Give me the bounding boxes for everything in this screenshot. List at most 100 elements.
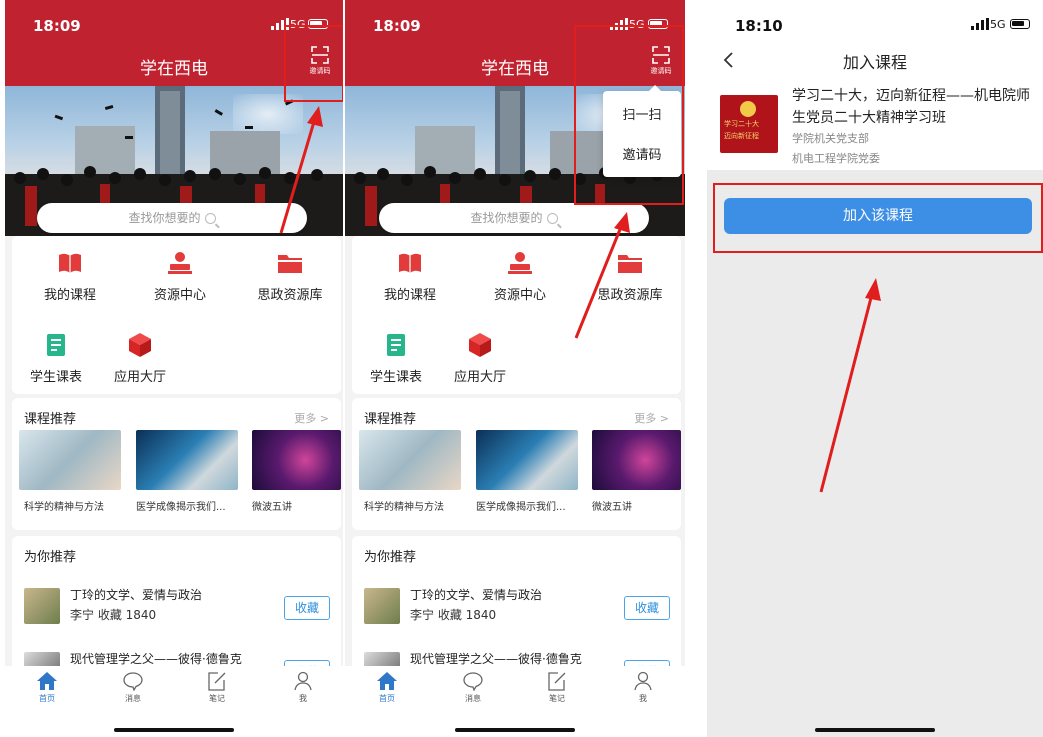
avatar bbox=[364, 588, 400, 624]
course-cover-image: 学习二十大 迈向新征程 bbox=[720, 95, 778, 153]
book-icon bbox=[397, 250, 423, 276]
course-thumbnail[interactable] bbox=[359, 430, 461, 490]
course-caption[interactable]: 科学的精神与方法 bbox=[24, 498, 128, 513]
course-caption[interactable]: 医学成像揭示我们... bbox=[136, 498, 240, 513]
status-time: 18:09 bbox=[33, 17, 81, 35]
favorite-button[interactable]: 收藏 bbox=[284, 596, 330, 620]
tab-me[interactable]: 我 bbox=[623, 671, 663, 704]
cube-icon bbox=[467, 332, 493, 358]
course-caption[interactable]: 微波五讲 bbox=[252, 498, 343, 513]
course-info-card: 学习二十大 迈向新征程 学习二十大，迈向新征程——机电院师生党员二十大精神学习班… bbox=[707, 84, 1043, 170]
grid-item-label: 资源中心 bbox=[493, 288, 546, 303]
grid-item-student-schedule[interactable]: 学生课表 bbox=[356, 332, 436, 385]
list-item[interactable]: 丁玲的文学、爱情与政治 李宁 收藏 1840 收藏 bbox=[364, 586, 674, 626]
tab-home[interactable]: 首页 bbox=[367, 671, 407, 704]
grid-item-resource-center[interactable]: 资源中心 bbox=[470, 250, 570, 303]
home-indicator bbox=[815, 728, 935, 732]
tab-notes[interactable]: 笔记 bbox=[197, 671, 237, 704]
tab-me[interactable]: 我 bbox=[283, 671, 323, 704]
recommend-for-you-section: 为你推荐 丁玲的文学、爱情与政治 李宁 收藏 1840 收藏 现代管理学之父——… bbox=[12, 536, 341, 688]
course-thumbnail[interactable] bbox=[592, 430, 681, 490]
tab-label: 笔记 bbox=[549, 694, 565, 703]
item-meta: 李宁 收藏 1840 bbox=[70, 608, 157, 622]
grid-item-label: 我的课程 bbox=[43, 288, 96, 303]
grid-item-ideology-resources[interactable]: 思政资源库 bbox=[240, 250, 340, 303]
tab-label: 首页 bbox=[39, 694, 55, 703]
section-title: 课程推荐 bbox=[24, 412, 77, 427]
phone-screen-join-course: 18:10 5G 加入课程 学习二十大 迈向新征程 学习二十大，迈向新征程——机… bbox=[707, 0, 1043, 737]
tab-messages[interactable]: 消息 bbox=[113, 671, 153, 704]
grid-item-label: 思政资源库 bbox=[597, 288, 663, 303]
grid-item-student-schedule[interactable]: 学生课表 bbox=[16, 332, 96, 385]
course-org: 机电工程学院党委 bbox=[792, 152, 880, 165]
tab-messages[interactable]: 消息 bbox=[453, 671, 493, 704]
item-title: 现代管理学之父——彼得·德鲁克 bbox=[70, 652, 242, 666]
note-icon bbox=[548, 672, 566, 691]
cube-icon bbox=[127, 332, 153, 358]
book-icon bbox=[57, 250, 83, 276]
favorite-button[interactable]: 收藏 bbox=[624, 596, 670, 620]
grid-item-resource-center[interactable]: 资源中心 bbox=[130, 250, 230, 303]
list-item[interactable]: 丁玲的文学、爱情与政治 李宁 收藏 1840 收藏 bbox=[24, 586, 334, 626]
grid-item-app-hall[interactable]: 应用大厅 bbox=[440, 332, 520, 385]
item-title: 现代管理学之父——彼得·德鲁克 bbox=[410, 652, 582, 666]
section-title: 为你推荐 bbox=[24, 550, 77, 565]
search-icon bbox=[546, 213, 558, 224]
course-thumbnail[interactable] bbox=[252, 430, 341, 490]
tab-label: 消息 bbox=[465, 694, 481, 703]
grid-item-label: 学生课表 bbox=[29, 370, 82, 385]
more-link[interactable]: 更多 > bbox=[294, 410, 329, 426]
tab-label: 笔记 bbox=[209, 694, 225, 703]
course-title: 学习二十大，迈向新征程——机电院师生党员二十大精神学习班 bbox=[792, 88, 1030, 126]
course-caption[interactable]: 医学成像揭示我们... bbox=[476, 498, 580, 513]
course-thumbnail[interactable] bbox=[136, 430, 238, 490]
note-icon bbox=[208, 672, 226, 691]
teacher-icon bbox=[507, 250, 533, 276]
folder-icon bbox=[617, 250, 643, 276]
course-org: 学院机关党支部 bbox=[792, 132, 869, 145]
section-title: 课程推荐 bbox=[364, 412, 417, 427]
search-input[interactable]: 查找你想要的 bbox=[379, 203, 649, 233]
grid-item-label: 应用大厅 bbox=[453, 370, 506, 385]
tab-notes[interactable]: 笔记 bbox=[537, 671, 577, 704]
grid-item-my-courses[interactable]: 我的课程 bbox=[20, 250, 120, 303]
phone-screen-home-menu: 18:09 5G 学在西电 邀请码 扫一扫 邀请码 查找你想要的 我的课程 资源… bbox=[345, 0, 685, 737]
highlight-box bbox=[713, 183, 1043, 253]
search-input[interactable]: 查找你想要的 bbox=[37, 203, 307, 233]
grid-item-label: 我的课程 bbox=[383, 288, 436, 303]
search-placeholder: 查找你想要的 bbox=[470, 211, 543, 225]
status-time: 18:10 bbox=[735, 17, 783, 35]
phone-screen-home: 18:09 5G 学在西电 邀请码 查找你想要的 我的课程 资源中心 思政资源库… bbox=[5, 0, 343, 737]
status-time: 18:09 bbox=[373, 17, 421, 35]
folder-icon bbox=[277, 250, 303, 276]
schedule-icon bbox=[43, 332, 69, 358]
signal-icon bbox=[971, 18, 989, 30]
tab-home[interactable]: 首页 bbox=[27, 671, 67, 704]
course-caption[interactable]: 科学的精神与方法 bbox=[364, 498, 468, 513]
course-thumbnail[interactable] bbox=[476, 430, 578, 490]
grid-item-ideology-resources[interactable]: 思政资源库 bbox=[580, 250, 680, 303]
page-title: 加入课程 bbox=[842, 53, 907, 72]
content-background bbox=[707, 170, 1043, 737]
course-thumbnail[interactable] bbox=[19, 430, 121, 490]
tab-label: 消息 bbox=[125, 694, 141, 703]
home-icon bbox=[37, 672, 57, 690]
tab-label: 我 bbox=[299, 694, 307, 703]
highlight-box bbox=[284, 25, 343, 102]
section-title: 为你推荐 bbox=[364, 550, 417, 565]
user-icon bbox=[294, 671, 312, 691]
grid-item-label: 学生课表 bbox=[369, 370, 422, 385]
tab-label: 我 bbox=[639, 694, 647, 703]
grid-item-app-hall[interactable]: 应用大厅 bbox=[100, 332, 180, 385]
grid-item-my-courses[interactable]: 我的课程 bbox=[360, 250, 460, 303]
tab-bar: 首页 消息 笔记 我 bbox=[345, 666, 685, 737]
item-title: 丁玲的文学、爱情与政治 bbox=[410, 588, 543, 602]
course-caption[interactable]: 微波五讲 bbox=[592, 498, 685, 513]
item-title: 丁玲的文学、爱情与政治 bbox=[70, 588, 203, 602]
tab-label: 首页 bbox=[379, 694, 395, 703]
course-recommend-section: 课程推荐 更多 > 科学的精神与方法 医学成像揭示我们... 微波五讲 bbox=[352, 398, 681, 530]
search-icon bbox=[204, 213, 216, 224]
battery-icon bbox=[1010, 19, 1030, 29]
teacher-icon bbox=[167, 250, 193, 276]
more-link[interactable]: 更多 > bbox=[634, 410, 669, 426]
